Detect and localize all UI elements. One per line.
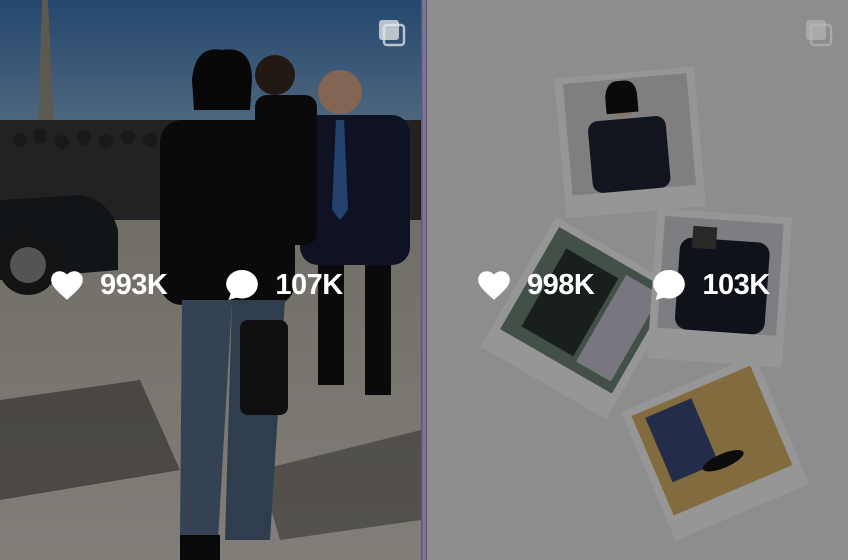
comments-stat[interactable]: 107K <box>223 266 343 304</box>
likes-stat[interactable]: 993K <box>48 266 168 304</box>
post-grid: 993K 107K 998K 103K <box>0 0 848 560</box>
comment-bubble-icon <box>226 269 259 301</box>
post-tile-2[interactable]: 998K 103K <box>427 0 848 560</box>
comments-stat[interactable]: 103K <box>650 266 770 304</box>
comments-count: 103K <box>702 268 770 301</box>
comments-count: 107K <box>275 268 343 301</box>
post-stats: 998K 103K <box>475 264 826 306</box>
post-stats: 993K 107K <box>48 264 399 306</box>
comment-bubble-icon <box>653 269 686 301</box>
heart-icon <box>51 271 83 300</box>
likes-count: 993K <box>100 268 168 301</box>
post-tile-1[interactable]: 993K 107K <box>0 0 421 560</box>
heart-icon <box>478 271 510 300</box>
multi-photo-icon <box>379 20 406 47</box>
multi-photo-icon <box>806 20 833 47</box>
likes-stat[interactable]: 998K <box>475 266 595 304</box>
likes-count: 998K <box>527 268 595 301</box>
